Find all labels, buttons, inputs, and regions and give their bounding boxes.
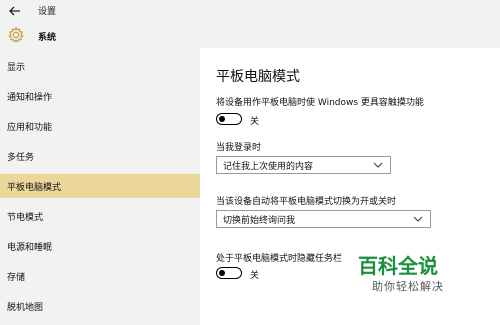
sidebar-item-notifications[interactable]: 通知和操作 [0, 84, 200, 108]
signin-label: 当我登录时 [216, 143, 262, 153]
title-bar: 设置 [0, 0, 500, 22]
gear-icon [8, 26, 24, 43]
toggle-knob [219, 269, 225, 276]
sidebar-item-label: 存储 [7, 272, 26, 283]
hide-taskbar-toggle[interactable] [216, 267, 242, 279]
sidebar-item-battery-saver[interactable]: 节电模式 [0, 204, 200, 228]
sidebar-item-label: 应用和功能 [7, 122, 53, 133]
sidebar-item-label: 节电模式 [7, 212, 44, 223]
touch-setting-label: 将设备用作平板电脑时使 Windows 更具容触摸功能 [216, 98, 424, 108]
sidebar-item-tablet-mode[interactable]: 平板电脑模式 [0, 174, 200, 198]
touch-toggle-state: 关 [250, 117, 260, 127]
back-arrow-icon [9, 6, 20, 16]
sidebar-item-power-sleep[interactable]: 电源和睡眠 [0, 234, 200, 258]
sidebar-item-label: 显示 [7, 62, 26, 73]
watermark-logo: 百科全说 [358, 254, 438, 278]
sidebar-item-apps[interactable]: 应用和功能 [0, 114, 200, 138]
touch-toggle[interactable] [216, 113, 242, 125]
sidebar-item-label: 通知和操作 [7, 92, 53, 103]
page-title: 平板电脑模式 [216, 69, 300, 85]
sidebar-item-label: 脱机地图 [7, 302, 44, 313]
sidebar-item-label: 电源和睡眠 [7, 242, 53, 253]
back-button[interactable] [6, 2, 24, 20]
watermark: 百科全说 助你轻松解决 [358, 250, 500, 300]
signin-dropdown[interactable]: 记住我上次使用的内容 [216, 156, 391, 174]
hide-taskbar-label: 处于平板电脑模式时隐藏任务栏 [216, 254, 343, 264]
switch-mode-dropdown-value: 切换前始终询问我 [223, 215, 296, 226]
chevron-down-icon [373, 162, 383, 168]
app-title: 设置 [38, 7, 57, 17]
signin-dropdown-value: 记住我上次使用的内容 [223, 161, 314, 172]
sidebar-item-label: 多任务 [7, 152, 35, 163]
hide-taskbar-toggle-state: 关 [250, 271, 260, 281]
sidebar-item-label: 平板电脑模式 [7, 182, 62, 193]
sidebar-item-offline-maps[interactable]: 脱机地图 [0, 294, 200, 318]
switch-mode-dropdown[interactable]: 切换前始终询问我 [216, 210, 431, 228]
section-header: 系统 [0, 22, 500, 48]
watermark-subtitle: 助你轻松解决 [372, 280, 444, 293]
sidebar-item-storage[interactable]: 存储 [0, 264, 200, 288]
sidebar-item-display[interactable]: 显示 [0, 54, 200, 78]
chevron-down-icon [413, 216, 423, 222]
header-title: 系统 [38, 33, 57, 43]
toggle-knob [219, 115, 225, 122]
sidebar-item-multitasking[interactable]: 多任务 [0, 144, 200, 168]
sidebar: 显示 通知和操作 应用和功能 多任务 平板电脑模式 节电模式 电源和睡眠 存储 … [0, 48, 200, 325]
switch-mode-label: 当该设备自动将平板电脑模式切换为开或关时 [216, 197, 397, 207]
